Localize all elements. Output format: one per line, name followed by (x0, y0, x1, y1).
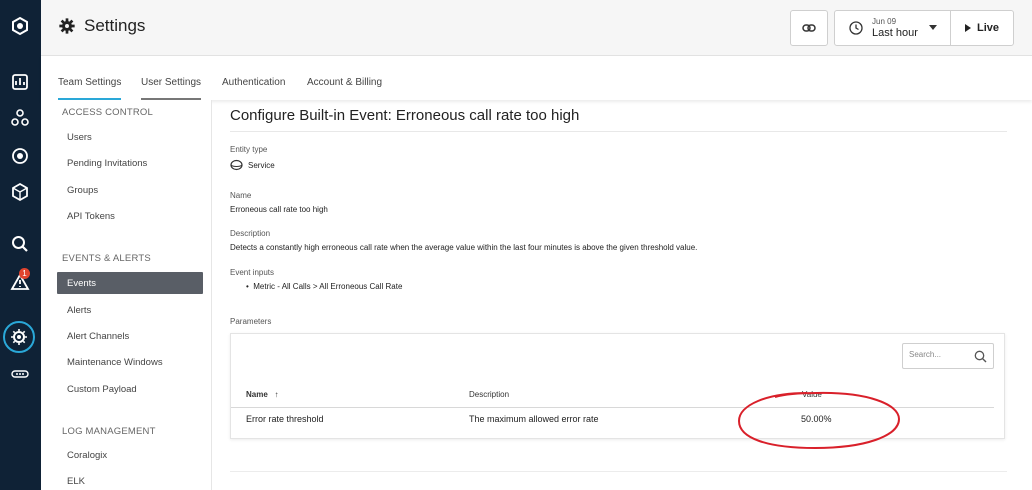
chevron-down-icon (929, 25, 937, 30)
sidebar-item-alerts[interactable]: Alerts (67, 305, 91, 316)
search-input[interactable] (909, 350, 969, 359)
name-value: Erroneous call rate too high (230, 205, 328, 214)
live-button[interactable]: Live (950, 10, 1014, 46)
entity-type-label: Entity type (230, 145, 268, 154)
clock-icon (849, 21, 863, 35)
time-range-picker[interactable]: Jun 09 Last hour (834, 10, 951, 46)
footer-divider (230, 471, 1007, 472)
alerts-badge: 1 (19, 268, 30, 279)
live-label: Live (976, 22, 999, 34)
tab-team-settings[interactable]: Team Settings (58, 77, 122, 100)
entity-type-value: Service (230, 159, 275, 171)
description-value: Detects a constantly high erroneous call… (230, 243, 698, 252)
sidebar-section-log-management: LOG MANAGEMENT (62, 426, 156, 437)
more-icon[interactable] (8, 362, 32, 386)
sort-arrow-icon: ↑ (274, 390, 279, 399)
infrastructure-icon[interactable] (8, 180, 32, 204)
service-icon (230, 159, 243, 171)
sidebar-item-label: Events (67, 278, 97, 289)
sidebar-section-events-alerts: EVENTS & ALERTS (62, 253, 151, 264)
parameters-label: Parameters (230, 317, 272, 326)
sidebar-item-custom-payload[interactable]: Custom Payload (67, 384, 137, 395)
link-icon (802, 24, 816, 32)
sidebar-section-access-control: ACCESS CONTROL (62, 107, 153, 118)
page-title: Settings (58, 16, 145, 36)
page-title-text: Settings (84, 16, 146, 35)
description-label: Description (230, 229, 271, 238)
play-icon (964, 24, 971, 32)
logo-icon[interactable] (8, 14, 32, 38)
column-header-description: Description (469, 390, 510, 399)
name-label: Name (230, 191, 252, 200)
settings-sidebar: ACCESS CONTROL Users Pending Invitations… (41, 100, 212, 490)
sidebar-item-users[interactable]: Users (67, 132, 92, 143)
copy-link-button[interactable] (790, 10, 828, 46)
settings-gear-icon[interactable] (7, 325, 31, 349)
websites-icon[interactable] (8, 144, 32, 168)
sidebar-item-api-tokens[interactable]: API Tokens (67, 211, 115, 222)
sidebar-item-maintenance-windows[interactable]: Maintenance Windows (67, 357, 163, 368)
dashboard-icon[interactable] (8, 70, 32, 94)
tab-user-settings[interactable]: User Settings (141, 77, 202, 100)
event-config-title: Configure Built-in Event: Erroneous call… (230, 107, 580, 124)
param-name-cell: Error rate threshold (246, 414, 324, 424)
column-header-name-text: Name (246, 390, 268, 399)
event-input-item: • Metric - All Calls > All Erroneous Cal… (246, 282, 403, 291)
tab-authentication[interactable]: Authentication (222, 77, 285, 88)
sidebar-item-pending-invitations[interactable]: Pending Invitations (67, 158, 147, 169)
settings-gear-icon (59, 18, 75, 34)
nav-rail: 1 (0, 0, 41, 490)
annotation-ellipse (737, 391, 901, 450)
applications-icon[interactable] (8, 106, 32, 130)
entity-type-text: Service (248, 160, 275, 170)
sidebar-item-elk[interactable]: ELK (67, 476, 85, 487)
time-range-date: Jun 09 (872, 17, 897, 26)
event-config-panel: Configure Built-in Event: Erroneous call… (212, 100, 1032, 490)
sidebar-item-alert-channels[interactable]: Alert Channels (67, 331, 129, 342)
analytics-search-icon[interactable] (8, 232, 32, 256)
top-bar: Settings Jun 09 Last hour Live (41, 0, 1032, 56)
time-range-label: Last hour (872, 27, 918, 39)
settings-tabs: Team Settings User Settings Authenticati… (41, 56, 1032, 100)
sidebar-item-groups[interactable]: Groups (67, 185, 98, 196)
event-inputs-label: Event inputs (230, 268, 275, 277)
param-description-cell: The maximum allowed error rate (469, 414, 599, 424)
sidebar-item-coralogix[interactable]: Coralogix (67, 450, 107, 461)
column-header-name[interactable]: Name ↑ (246, 390, 278, 399)
event-input-text: Metric - All Calls > All Erroneous Call … (253, 282, 403, 291)
search-icon[interactable] (974, 350, 987, 363)
parameters-search[interactable] (902, 343, 994, 369)
sidebar-item-events[interactable]: Events (57, 272, 203, 294)
title-divider (230, 131, 1007, 132)
tab-account-billing[interactable]: Account & Billing (307, 77, 382, 88)
